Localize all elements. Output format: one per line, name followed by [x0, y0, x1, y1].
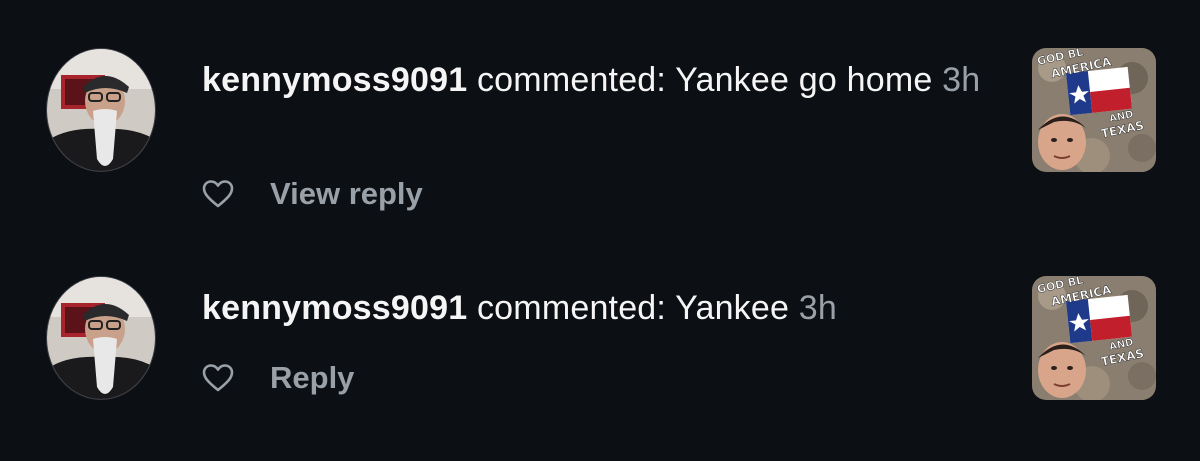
post-thumbnail[interactable]: GOD BL AMERICA AND TEXAS — [1032, 48, 1156, 172]
comment-text: commented: Yankee — [476, 289, 790, 327]
timestamp: 3h — [798, 289, 837, 327]
notification-text: kennymoss9091 commented: Yankee 3h — [202, 282, 982, 334]
username[interactable]: kennymoss9091 — [202, 61, 467, 99]
heart-outline-icon[interactable] — [202, 363, 234, 393]
timestamp: 3h — [942, 61, 981, 99]
comment-actions: View reply — [202, 174, 423, 214]
comment-actions: Reply — [202, 358, 354, 398]
user-avatar[interactable] — [46, 276, 156, 400]
post-thumbnail[interactable]: GOD BL AMERICA AND TEXAS — [1032, 276, 1156, 400]
user-avatar[interactable] — [46, 48, 156, 172]
heart-outline-icon[interactable] — [202, 179, 234, 209]
view-reply-link[interactable]: View reply — [270, 176, 423, 212]
comment-text: commented: Yankee go home — [476, 61, 933, 99]
username[interactable]: kennymoss9091 — [202, 289, 467, 327]
notification-text: kennymoss9091 commented: Yankee go home … — [202, 54, 982, 106]
reply-link[interactable]: Reply — [270, 360, 354, 396]
